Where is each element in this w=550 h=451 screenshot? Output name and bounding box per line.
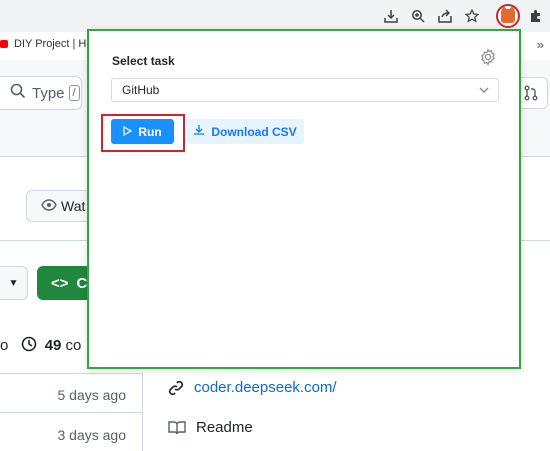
search-shortcut-key: /	[68, 85, 80, 101]
youtube-icon	[0, 40, 8, 49]
play-icon	[123, 125, 133, 139]
chevron-down-icon	[478, 84, 490, 99]
share-icon[interactable]	[435, 6, 455, 26]
eye-icon	[41, 198, 57, 214]
run-button[interactable]: Run	[111, 119, 174, 144]
star-icon[interactable]	[462, 6, 482, 26]
code-icon: <>	[51, 274, 69, 292]
task-select[interactable]: GitHub	[111, 78, 499, 102]
caret-down-icon: ▼	[8, 277, 19, 289]
bookmark-diy-project[interactable]: DIY Project | How	[0, 38, 100, 50]
bookmarks-more-button[interactable]: »	[537, 37, 544, 52]
search-input[interactable]: Type /	[0, 76, 82, 110]
website-link[interactable]: coder.deepseek.com/	[168, 379, 337, 396]
history-icon	[21, 336, 41, 354]
readme-link[interactable]: Readme	[168, 419, 253, 436]
zoom-icon[interactable]	[408, 6, 428, 26]
download-csv-button[interactable]: Download CSV	[186, 119, 304, 144]
list-item: 5 days ago	[57, 387, 127, 403]
download-icon[interactable]	[381, 6, 401, 26]
branch-dropdown[interactable]: ▼	[0, 266, 28, 300]
browser-toolbar	[0, 0, 550, 32]
gear-icon[interactable]	[479, 48, 497, 66]
file-list: 5 days ago 3 days ago	[0, 373, 143, 451]
extension-popup: Select task GitHub Run Download CSV	[87, 29, 521, 369]
divider	[0, 412, 142, 413]
link-icon	[168, 380, 184, 395]
search-icon	[10, 83, 26, 104]
download-icon	[193, 124, 205, 139]
book-icon	[168, 420, 186, 434]
popup-title: Select task	[112, 54, 175, 68]
puzzle-icon[interactable]	[526, 6, 546, 26]
extension-fox-icon[interactable]	[496, 4, 520, 28]
commits-link[interactable]: o 49 co	[0, 336, 81, 354]
list-item: 3 days ago	[57, 427, 127, 443]
